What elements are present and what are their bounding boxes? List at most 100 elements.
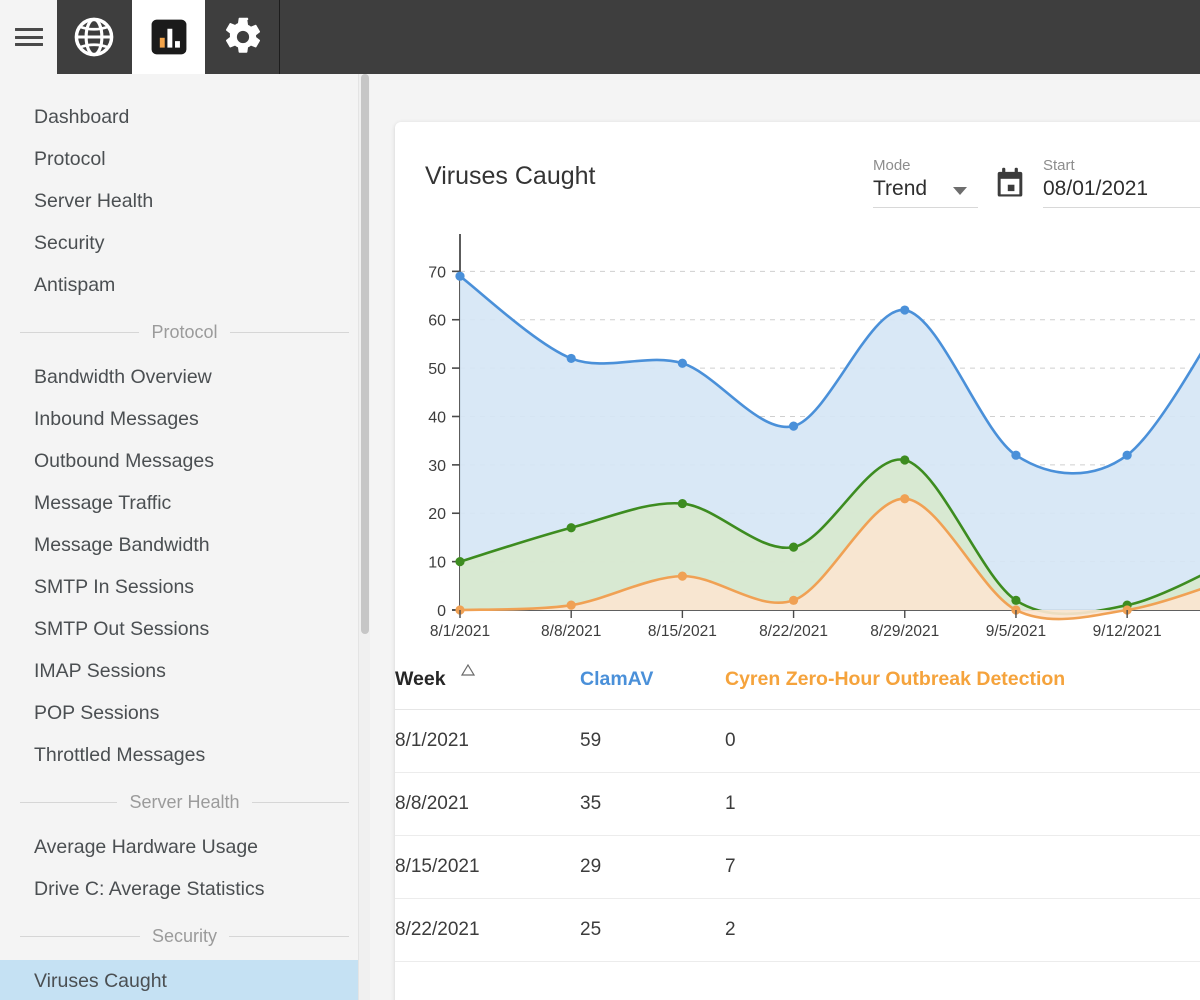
divider-line — [20, 332, 139, 333]
sort-asc-triangle-icon[interactable] — [461, 674, 475, 684]
sidebar-scrollbar-thumb[interactable] — [361, 74, 369, 634]
viruses-caught-chart: 0102030405060708/1/20218/8/20218/15/2021… — [395, 222, 1200, 652]
y-axis-label: 40 — [428, 409, 446, 426]
data-point[interactable] — [789, 596, 798, 605]
cell-clam: 29 — [580, 836, 725, 899]
mode-value: Trend — [873, 177, 927, 201]
gear-icon — [222, 16, 264, 58]
data-point[interactable] — [900, 455, 909, 464]
data-point[interactable] — [1123, 451, 1132, 460]
sidebar-scrollbar-track[interactable] — [358, 74, 370, 1000]
sidebar-item-message-bandwidth[interactable]: Message Bandwidth — [0, 524, 369, 566]
x-axis-label: 8/29/2021 — [870, 623, 939, 640]
divider-line — [20, 802, 117, 803]
sidebar-nav: DashboardProtocolServer HealthSecurityAn… — [0, 74, 370, 1000]
y-axis-label: 30 — [428, 458, 446, 475]
column-header-clamav[interactable]: ClamAV — [580, 652, 725, 710]
cell-week: 8/15/2021 — [395, 836, 580, 899]
data-point[interactable] — [1011, 451, 1020, 460]
sidebar-item-dashboard[interactable]: Dashboard — [0, 96, 369, 138]
table-row[interactable]: 8/22/2021252 — [395, 899, 1200, 962]
calendar-icon[interactable] — [995, 167, 1025, 199]
sidebar-item-viruses-caught[interactable]: Viruses Caught — [0, 960, 369, 1000]
cell-cyren: 0 — [725, 710, 1200, 773]
sidebar-group-security: Security — [0, 916, 369, 956]
y-axis-label: 10 — [428, 555, 446, 572]
sidebar-item-imap-sessions[interactable]: IMAP Sessions — [0, 650, 369, 692]
y-axis-label: 50 — [428, 361, 446, 378]
start-date-value[interactable]: 08/01/2021 — [1043, 177, 1148, 201]
divider-line — [252, 802, 349, 803]
data-point[interactable] — [789, 422, 798, 431]
page-title: Viruses Caught — [425, 162, 595, 191]
data-point[interactable] — [455, 557, 464, 566]
bar-chart-icon — [150, 18, 188, 56]
sidebar-item-pop-sessions[interactable]: POP Sessions — [0, 692, 369, 734]
sidebar-item-outbound-messages[interactable]: Outbound Messages — [0, 440, 369, 482]
sidebar-item-server-health[interactable]: Server Health — [0, 180, 369, 222]
table-header-row: Week ClamAV Cyren Zero-Hour Outbreak Det… — [395, 652, 1200, 710]
sidebar-item-drive-c-average-statistics[interactable]: Drive C: Average Statistics — [0, 868, 369, 910]
sidebar-group-label: Server Health — [117, 792, 251, 813]
top-toolbar — [0, 0, 1200, 74]
data-point[interactable] — [1011, 596, 1020, 605]
sidebar-group-label: Protocol — [139, 322, 229, 343]
data-point[interactable] — [455, 272, 464, 281]
data-point[interactable] — [789, 543, 798, 552]
cell-clam: 35 — [580, 773, 725, 836]
column-header-cyren[interactable]: Cyren Zero-Hour Outbreak Detection — [725, 652, 1200, 710]
data-point[interactable] — [678, 572, 687, 581]
cell-cyren: 1 — [725, 773, 1200, 836]
y-axis-label: 0 — [437, 603, 446, 620]
data-point[interactable] — [900, 305, 909, 314]
area-chart: 0102030405060708/1/20218/8/20218/15/2021… — [395, 222, 1200, 652]
main-content: Viruses Caught Mode Trend Start — [371, 74, 1200, 1000]
table-row[interactable]: 8/8/2021351 — [395, 773, 1200, 836]
x-axis-label: 8/22/2021 — [759, 623, 828, 640]
calendar-button[interactable] — [995, 167, 1025, 204]
cell-clam: 59 — [580, 710, 725, 773]
table-row[interactable]: 8/15/2021297 — [395, 836, 1200, 899]
data-point[interactable] — [567, 354, 576, 363]
tab-reports[interactable] — [131, 0, 205, 74]
globe-icon — [72, 15, 116, 59]
table-row[interactable]: 8/1/2021590 — [395, 710, 1200, 773]
sidebar-item-antispam[interactable]: Antispam — [0, 264, 369, 306]
sidebar-item-inbound-messages[interactable]: Inbound Messages — [0, 398, 369, 440]
x-axis-label: 8/15/2021 — [648, 623, 717, 640]
cell-clam: 25 — [580, 899, 725, 962]
menu-toggle-button[interactable] — [0, 0, 57, 74]
divider-line — [229, 936, 349, 937]
data-point[interactable] — [900, 494, 909, 503]
report-card: Viruses Caught Mode Trend Start — [395, 122, 1200, 1000]
start-date-input[interactable]: Start 08/01/2021 — [1043, 157, 1200, 208]
hamburger-icon[interactable] — [15, 28, 43, 46]
x-axis-label: 8/1/2021 — [430, 623, 490, 640]
sidebar-item-security[interactable]: Security — [0, 222, 369, 264]
mode-select[interactable]: Mode Trend — [873, 157, 978, 208]
sidebar-item-smtp-out-sessions[interactable]: SMTP Out Sessions — [0, 608, 369, 650]
sidebar-item-average-hardware-usage[interactable]: Average Hardware Usage — [0, 826, 369, 868]
data-point[interactable] — [678, 499, 687, 508]
column-header-week[interactable]: Week — [395, 652, 580, 710]
sidebar-group-server-health: Server Health — [0, 782, 369, 822]
tab-settings[interactable] — [205, 0, 279, 74]
cell-week: 8/1/2021 — [395, 710, 580, 773]
sidebar-item-throttled-messages[interactable]: Throttled Messages — [0, 734, 369, 776]
cell-cyren: 7 — [725, 836, 1200, 899]
tab-globe[interactable] — [57, 0, 131, 74]
divider-line — [20, 936, 140, 937]
cell-cyren: 2 — [725, 899, 1200, 962]
sidebar-item-smtp-in-sessions[interactable]: SMTP In Sessions — [0, 566, 369, 608]
sidebar-item-message-traffic[interactable]: Message Traffic — [0, 482, 369, 524]
sidebar-item-protocol[interactable]: Protocol — [0, 138, 369, 180]
sidebar-item-bandwidth-overview[interactable]: Bandwidth Overview — [0, 356, 369, 398]
chevron-down-icon[interactable] — [953, 187, 967, 195]
x-axis-label: 9/5/2021 — [986, 623, 1046, 640]
data-point[interactable] — [567, 601, 576, 610]
data-point[interactable] — [678, 359, 687, 368]
data-point[interactable] — [567, 523, 576, 532]
start-date-label: Start — [1043, 157, 1200, 174]
x-axis-label: 9/12/2021 — [1093, 623, 1162, 640]
y-axis-label: 70 — [428, 264, 446, 281]
